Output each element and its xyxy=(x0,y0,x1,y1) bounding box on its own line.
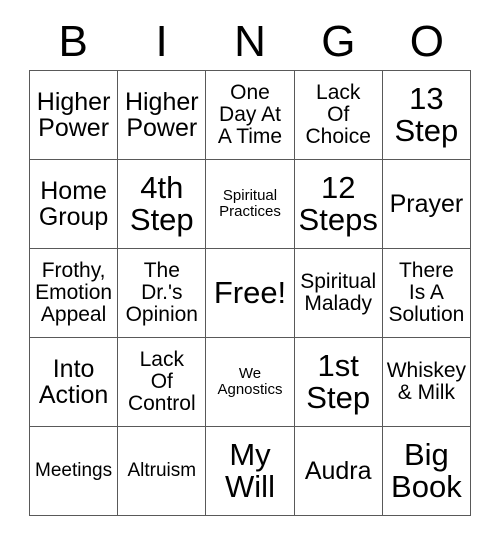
bingo-cell[interactable]: Into Action xyxy=(30,338,119,427)
bingo-cell-label: 12 Steps xyxy=(298,169,378,237)
bingo-cell-label: Free! xyxy=(213,274,287,310)
bingo-cell-label: Prayer xyxy=(389,190,464,218)
bingo-cell[interactable]: 4th Step xyxy=(118,160,207,249)
bingo-header-letter-n: N xyxy=(234,17,266,66)
bingo-cell-label: 4th Step xyxy=(129,169,194,237)
bingo-header-letter-g: G xyxy=(321,17,356,66)
bingo-cell[interactable]: My Will xyxy=(206,427,295,516)
bingo-cell-label: Spiritual Practices xyxy=(219,187,281,220)
bingo-cell-label: We Agnostics xyxy=(217,365,283,398)
bingo-cell[interactable]: Big Book xyxy=(382,427,471,516)
bingo-cell-label: Audra xyxy=(304,457,372,485)
bingo-cell-label: 13 Step xyxy=(394,80,459,148)
bingo-cell-label: Spiritual Malady xyxy=(300,270,377,315)
bingo-cell-label: The Dr.'s Opinion xyxy=(125,259,198,326)
bingo-cell-label: There Is A Solution xyxy=(388,259,465,326)
bingo-header-letter-b: B xyxy=(58,17,88,66)
bingo-cell[interactable]: We Agnostics xyxy=(206,338,295,427)
bingo-cell[interactable]: One Day At A Time xyxy=(206,71,295,160)
bingo-cell[interactable]: Lack Of Control xyxy=(118,338,207,427)
bingo-cell[interactable]: 13 Step xyxy=(382,71,471,160)
bingo-cell-label: Lack Of Control xyxy=(127,348,196,415)
bingo-cell[interactable]: Spiritual Malady xyxy=(294,249,383,338)
bingo-cell[interactable]: 12 Steps xyxy=(294,160,383,249)
bingo-cell-label: My Will xyxy=(225,436,275,504)
bingo-cell-label: Altruism xyxy=(127,460,197,482)
bingo-cell[interactable]: Higher Power xyxy=(118,71,207,160)
bingo-cell[interactable]: Audra xyxy=(294,427,383,516)
bingo-cell[interactable]: There Is A Solution xyxy=(382,249,471,338)
bingo-cell[interactable]: Home Group xyxy=(30,160,119,249)
bingo-cell-label: Whiskey & Milk xyxy=(386,359,467,404)
bingo-cell-label: Home Group xyxy=(38,177,109,231)
bingo-cell[interactable]: 1st Step xyxy=(294,338,383,427)
bingo-header-letter-o: O xyxy=(409,17,444,66)
bingo-cell-label: 1st Step xyxy=(306,347,371,415)
bingo-cell[interactable]: Spiritual Practices xyxy=(206,160,295,249)
bingo-cell-label: Into Action xyxy=(38,355,109,409)
bingo-cell[interactable]: The Dr.'s Opinion xyxy=(118,249,207,338)
bingo-cell[interactable]: Altruism xyxy=(118,427,207,516)
bingo-header-row: B I N G O xyxy=(29,14,471,70)
bingo-cell-label: One Day At A Time xyxy=(217,81,283,148)
bingo-cell[interactable]: Lack Of Choice xyxy=(294,71,383,160)
bingo-cell-label: Big Book xyxy=(391,436,462,504)
bingo-cell-free[interactable]: Free! xyxy=(206,249,295,338)
bingo-cell[interactable]: Frothy, Emotion Appeal xyxy=(30,249,119,338)
bingo-cell[interactable]: Prayer xyxy=(382,160,471,249)
bingo-cell-label: Meetings xyxy=(35,460,113,482)
bingo-cell-label: Higher Power xyxy=(36,88,111,142)
bingo-cell[interactable]: Higher Power xyxy=(30,71,119,160)
bingo-cell-label: Higher Power xyxy=(124,88,199,142)
bingo-cell-label: Lack Of Choice xyxy=(305,81,371,148)
bingo-grid: Higher Power Higher Power One Day At A Tim… xyxy=(29,70,471,516)
bingo-cell[interactable]: Meetings xyxy=(30,427,119,516)
bingo-header-letter-i: I xyxy=(155,17,168,66)
bingo-cell[interactable]: Whiskey & Milk xyxy=(382,338,471,427)
bingo-card: B I N G O Higher Power Higher Power One Da… xyxy=(0,0,500,544)
bingo-cell-label: Frothy, Emotion Appeal xyxy=(35,259,113,326)
